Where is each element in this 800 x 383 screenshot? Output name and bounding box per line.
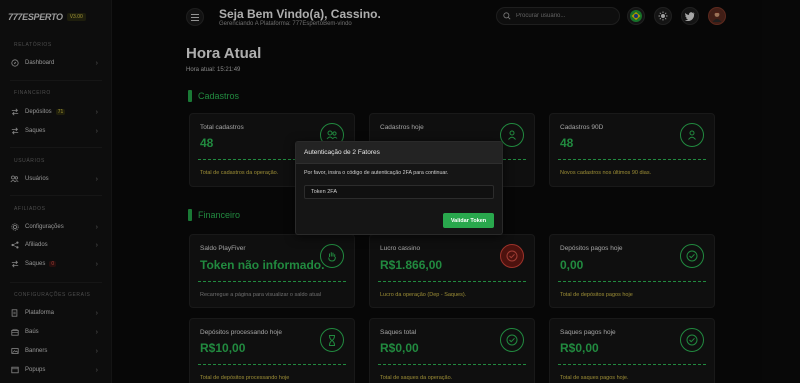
validate-token-button[interactable]: Validar Token <box>443 213 494 228</box>
two-factor-modal: Autenticação de 2 Fatores Por favor, ins… <box>295 141 503 235</box>
modal-description: Por favor, insira o código de autenticaç… <box>304 170 449 176</box>
modal-title: Autenticação de 2 Fatores <box>296 142 502 164</box>
token-2fa-input[interactable] <box>304 185 494 199</box>
